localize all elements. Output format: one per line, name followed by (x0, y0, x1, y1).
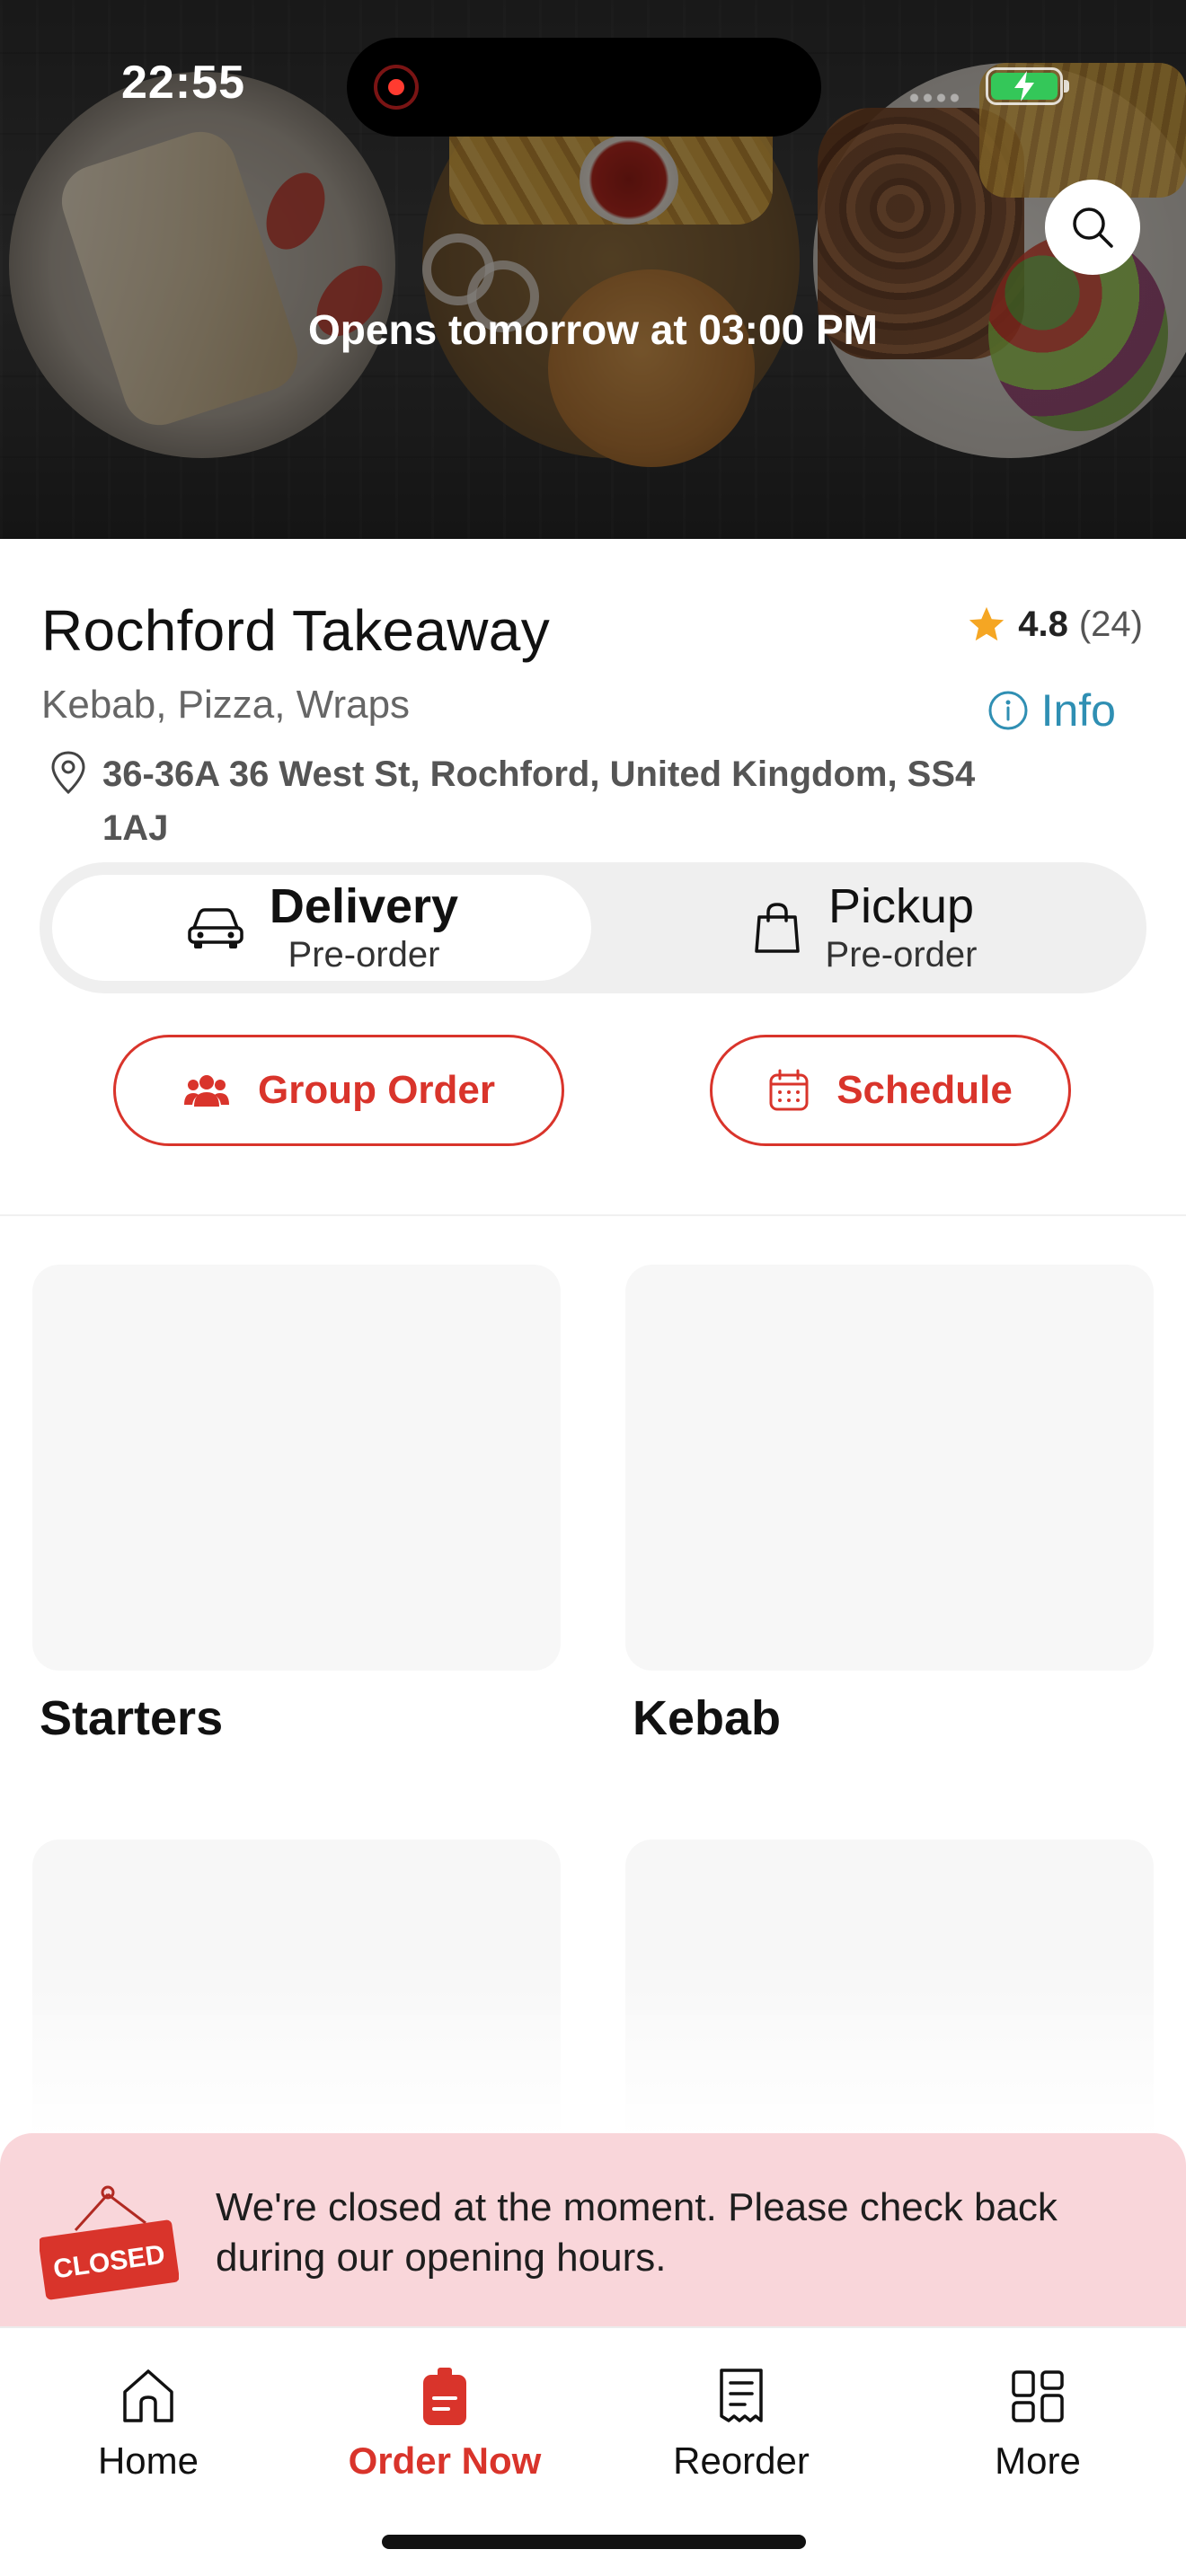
group-order-label: Group Order (257, 1068, 496, 1112)
tab-reorder-label: Reorder (673, 2439, 810, 2482)
rating-value: 4.8 (1018, 604, 1068, 644)
closed-sign-icon: CLOSED (40, 2185, 179, 2300)
screen-recording-icon (374, 65, 419, 110)
info-icon (988, 691, 1028, 730)
status-bar-time: 22:55 (121, 57, 245, 109)
group-order-button[interactable]: Group Order (113, 1035, 564, 1146)
tab-home-label: Home (97, 2439, 199, 2482)
closed-message: We're closed at the moment. Please check… (216, 2185, 1058, 2280)
info-link[interactable]: Info (987, 684, 1116, 737)
tab-order-now[interactable]: Order Now (296, 2364, 593, 2499)
group-icon (183, 1075, 229, 1107)
battery-charging-icon (986, 67, 1069, 105)
section-divider (0, 1214, 1186, 1216)
receipt-icon (720, 2369, 763, 2422)
address-text: 36-36A 36 West St, Rochford, United King… (102, 754, 976, 848)
rating-count: (24) (1078, 604, 1143, 644)
scroll-fade (0, 1958, 1186, 2138)
category-card-kebab[interactable] (625, 1265, 1154, 1671)
pickup-title: Pickup (828, 879, 975, 933)
location-pin-icon (51, 751, 85, 795)
delivery-subtitle: Pre-order (288, 935, 440, 975)
tab-more-label: More (995, 2439, 1081, 2482)
search-icon (1073, 207, 1113, 248)
search-button[interactable] (1045, 180, 1140, 275)
restaurant-name: Rochford Takeaway (41, 598, 551, 663)
category-card-starters[interactable] (32, 1265, 561, 1671)
category-label[interactable]: Kebab (633, 1690, 781, 1746)
schedule-button[interactable]: Schedule (710, 1035, 1071, 1146)
pickup-subtitle: Pre-order (825, 935, 978, 975)
shopping-bag-icon (754, 903, 800, 953)
schedule-label: Schedule (836, 1068, 1013, 1112)
info-label: Info (1040, 685, 1116, 736)
tab-more[interactable]: More (890, 2364, 1186, 2499)
delivery-title: Delivery (269, 879, 459, 933)
order-icon (423, 2368, 466, 2425)
hero-banner: 22:55 Opens tomorrow at 03:00 PM (0, 0, 1186, 539)
restaurant-address: 36-36A 36 West St, Rochford, United King… (47, 747, 981, 855)
restaurant-rating: 4.8 (24) (966, 604, 1143, 645)
opening-time-notice: Opens tomorrow at 03:00 PM (308, 306, 878, 353)
delivery-mode-button[interactable]: Delivery Pre-order (52, 875, 591, 981)
closed-banner: CLOSED We're closed at the moment. Pleas… (0, 2133, 1186, 2326)
pickup-mode-button[interactable]: Pickup Pre-order (595, 875, 1134, 981)
tab-home[interactable]: Home (0, 2364, 296, 2499)
category-label[interactable]: Starters (40, 1690, 223, 1746)
tab-reorder[interactable]: Reorder (593, 2364, 890, 2499)
tab-order-now-label: Order Now (348, 2439, 542, 2482)
home-indicator (382, 2535, 806, 2549)
star-icon (969, 606, 1005, 641)
calendar-icon (769, 1069, 809, 1111)
cuisine-list: Kebab, Pizza, Wraps (41, 683, 411, 727)
grid-icon (1012, 2370, 1064, 2422)
order-mode-toggle: Delivery Pre-order Pickup Pre-order (40, 862, 1146, 993)
dynamic-island (347, 38, 821, 137)
car-icon (188, 908, 243, 948)
signal-icon (907, 93, 961, 102)
home-icon (123, 2369, 173, 2422)
